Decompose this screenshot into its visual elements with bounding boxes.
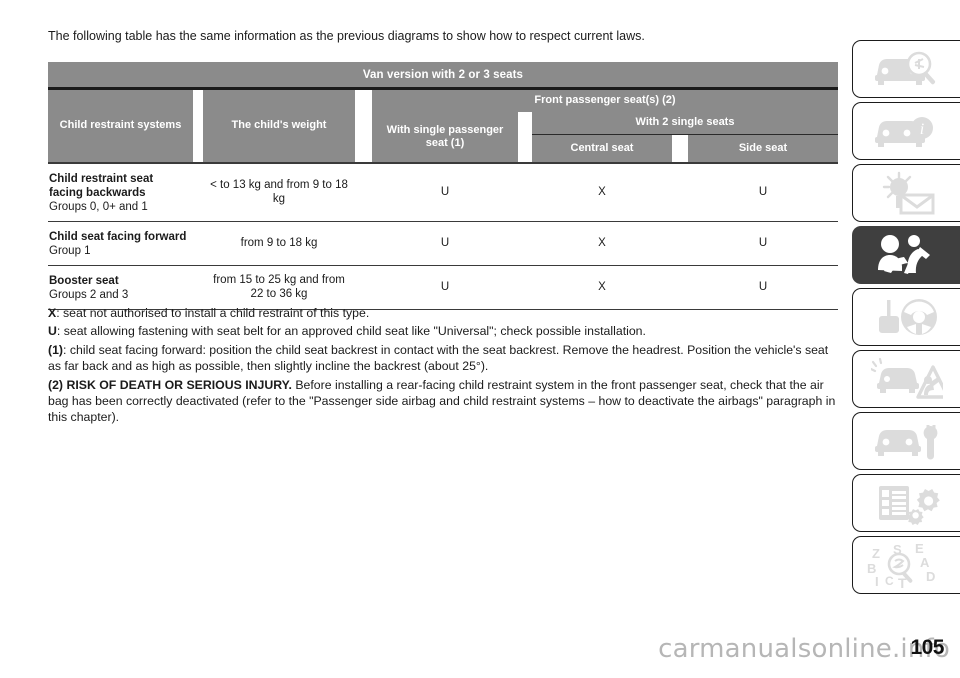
header-gap-4 [672, 135, 688, 162]
cell-side-seat: U [758, 186, 768, 199]
header-with-2-single-seats: With 2 single seats [532, 112, 838, 134]
alphabetical-index-icon: Z S E B A I C T D [867, 542, 935, 588]
tab-maintenance[interactable] [852, 412, 960, 470]
manual-page: The following table has the same informa… [0, 0, 960, 678]
tab-car-inspection[interactable] [852, 40, 960, 98]
header-front-passenger-block: Front passenger seat(s) (2) With single … [372, 90, 838, 162]
note-2-key: (2) RISK OF DEATH OR SERIOUS INJURY. [48, 377, 292, 392]
index-letter-d: D [926, 569, 935, 584]
header-subrow-a: With single passenger seat (1) With 2 si… [372, 112, 838, 162]
row-gap-3 [518, 222, 532, 265]
site-watermark: carmanualsonline.info [658, 634, 950, 664]
cell-system-regular: Group 1 [49, 244, 91, 257]
table-row: Child restraint seat facing backwards Gr… [48, 164, 838, 222]
tab-child-safety[interactable] [852, 226, 960, 284]
tab-technical-specifications[interactable] [852, 474, 960, 532]
header-gap-3 [518, 112, 532, 162]
cell-weight: from 15 to 25 kg and from 22 to 36 kg [213, 274, 345, 301]
cell-central-seat: X [598, 186, 606, 199]
note-1-key: (1) [48, 342, 64, 357]
cell-side-seat: U [758, 237, 768, 250]
header-with-2-single-seats-block: With 2 single seats Central seat Side se… [532, 112, 838, 162]
index-letter-c: C [885, 574, 894, 588]
header-child-weight: The child's weight [203, 90, 355, 162]
note-u-key: U [48, 324, 57, 339]
tab-starting-driving[interactable] [852, 288, 960, 346]
row-gap-4 [672, 266, 688, 309]
cell-central-seat: X [598, 281, 606, 294]
table-top-title: Van version with 2 or 3 seats [48, 62, 838, 87]
note-x-text: : seat not authorised to install a child… [56, 306, 370, 320]
cell-weight: < to 13 kg and from 9 to 18 kg [210, 179, 348, 206]
child-seat-safety-icon [877, 235, 930, 274]
svg-text:i: i [919, 121, 923, 138]
cell-central-seat: X [598, 237, 606, 250]
row-gap-4 [672, 222, 688, 265]
index-letter-e: E [915, 542, 924, 556]
row-gap-2 [355, 266, 372, 309]
row-gap-1 [193, 222, 203, 265]
table-row: Booster seat Groups 2 and 3 from 15 to 2… [48, 266, 838, 310]
cell-side-seat: U [758, 281, 768, 294]
cell-system: Booster seat Groups 2 and 3 [48, 266, 193, 309]
tab-car-information[interactable]: i [852, 102, 960, 160]
chapter-tab-rail: i Z S E B A I C T D [852, 40, 960, 598]
cell-single-passenger: U [440, 237, 450, 250]
table-row: Child seat facing forward Group 1 from 9… [48, 222, 838, 266]
row-gap-3 [518, 266, 532, 309]
cell-system-bold: Child restraint seat facing backwards [49, 172, 154, 199]
table-header-grid: Child restraint systems The child's weig… [48, 90, 838, 162]
index-letter-a: A [920, 555, 930, 570]
note-1: (1): child seat facing forward: position… [48, 342, 838, 375]
cell-system-bold: Child seat facing forward [49, 230, 187, 243]
header-subrow-b: Central seat Side seat [532, 135, 838, 162]
cell-system: Child seat facing forward Group 1 [48, 222, 193, 265]
page-number: 105 [910, 636, 944, 659]
technical-specifications-icon [878, 486, 940, 525]
dashboard-warning-light-icon [882, 171, 934, 215]
header-gap-1 [193, 90, 203, 162]
header-front-passenger-seats: Front passenger seat(s) (2) [372, 90, 838, 112]
child-restraint-table: Van version with 2 or 3 seats Child rest… [48, 62, 838, 310]
row-gap-1 [193, 164, 203, 221]
note-x: X: seat not authorised to install a chil… [48, 305, 838, 321]
row-gap-3 [518, 164, 532, 221]
intro-paragraph: The following table has the same informa… [48, 29, 645, 43]
header-child-restraint-systems: Child restraint systems [48, 90, 193, 162]
cell-weight: from 9 to 18 kg [240, 237, 318, 250]
index-letter-i: I [875, 574, 879, 588]
cell-system-regular: Groups 2 and 3 [49, 288, 129, 301]
car-maintenance-wrench-icon [874, 425, 937, 460]
note-2: (2) RISK OF DEATH OR SERIOUS INJURY. Bef… [48, 377, 838, 426]
note-u: U: seat allowing fastening with seat bel… [48, 323, 838, 339]
header-with-single-passenger-seat: With single passenger seat (1) [372, 112, 518, 162]
car-inspection-icon [874, 51, 935, 85]
note-u-text: : seat allowing fastening with seat belt… [56, 324, 646, 339]
tab-warning-lights[interactable] [852, 164, 960, 222]
car-info-icon: i [874, 117, 933, 147]
row-gap-2 [355, 164, 372, 221]
emergency-breakdown-icon [870, 357, 943, 399]
tab-emergency[interactable] [852, 350, 960, 408]
note-1-text: : child seat facing forward: position th… [48, 342, 829, 374]
cell-single-passenger: U [440, 186, 450, 199]
index-letter-z: Z [872, 546, 880, 561]
cell-system-regular: Groups 0, 0+ and 1 [49, 200, 148, 213]
row-gap-4 [672, 164, 688, 221]
row-gap-2 [355, 222, 372, 265]
steering-wheel-key-icon [878, 299, 937, 335]
cell-system-bold: Booster seat [49, 274, 119, 287]
header-gap-2 [355, 90, 372, 162]
row-gap-1 [193, 266, 203, 309]
header-side-seat: Side seat [688, 135, 838, 162]
note-x-key: X [48, 306, 57, 320]
tab-alphabetical-index[interactable]: Z S E B A I C T D [852, 536, 960, 594]
cell-single-passenger: U [440, 281, 450, 294]
header-central-seat: Central seat [532, 135, 672, 162]
table-footnotes: X: seat not authorised to install a chil… [48, 305, 838, 428]
cell-system: Child restraint seat facing backwards Gr… [48, 164, 193, 221]
